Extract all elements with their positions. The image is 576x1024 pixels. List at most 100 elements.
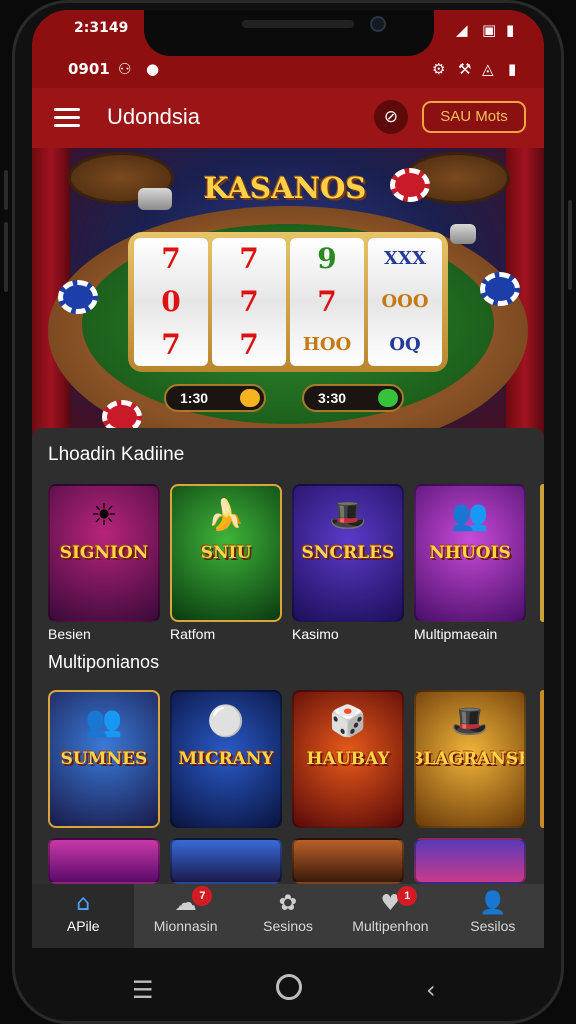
game-card[interactable]: 👥 NHUOIS Multipmaeain: [414, 484, 526, 642]
game-label: Kasimo: [292, 626, 339, 642]
next-card-peek: [540, 484, 544, 622]
game-card[interactable]: ⚪ MICRANY: [170, 690, 282, 828]
reel-symbol: XXX: [384, 248, 426, 270]
volume-down-button: [4, 222, 8, 292]
status-time-top: 2:3149: [74, 20, 129, 36]
header-action-button[interactable]: SAU Mots: [422, 101, 526, 133]
reel-symbol: OOO: [381, 290, 429, 312]
coin-icon: [240, 389, 260, 407]
game-art-title: SNIU: [200, 543, 252, 563]
game-art-title: NHUOIS: [429, 543, 511, 563]
reel: 7 7 7: [212, 238, 286, 366]
ban-icon[interactable]: ⊘: [374, 100, 408, 134]
reel-symbol: 0: [161, 284, 181, 318]
notch: [144, 10, 434, 56]
user-icon: 👤: [479, 891, 507, 916]
volume-up-button: [4, 170, 8, 210]
game-tile[interactable]: 👥 SUMNES: [48, 690, 160, 828]
game-tile[interactable]: 🎩 SNCRLES: [292, 484, 404, 622]
balance-left[interactable]: 1:30: [164, 384, 266, 412]
game-row-partial: [48, 838, 526, 884]
banana-icon: 🍌: [207, 499, 245, 532]
game-label: Besien: [48, 626, 91, 642]
reel-symbol: 7: [161, 242, 181, 276]
home-circle-icon[interactable]: [276, 974, 302, 1000]
section-title: Lhoadin Kadiine: [48, 444, 185, 465]
next-card-peek: [540, 690, 544, 828]
game-label: Multipmaeain: [414, 626, 498, 642]
signal-icon: ◢: [456, 21, 468, 39]
game-art-title: BLAGRANSE: [414, 749, 526, 769]
game-tile[interactable]: [48, 838, 160, 884]
phone-frame: 2:3149 0901 ⚇ ● ◢ ▣ ▮ ⚙ ⚒ ◬ ▮ Udondsia ⊘…: [0, 0, 576, 1024]
back-icon[interactable]: ‹: [426, 976, 436, 1004]
game-tile[interactable]: 🍌 SNIU: [170, 484, 282, 622]
reel-symbol: 7: [239, 284, 259, 318]
bottom-navigation: ⌂ APile ☁ 7 Mionnasin ✿ Sesinos ♥ 1 Mult…: [32, 884, 544, 948]
nav-label: Mionnasin: [153, 918, 218, 934]
balance-right[interactable]: 3:30: [302, 384, 404, 412]
reel-symbol: OQ: [389, 333, 421, 355]
game-tile[interactable]: [414, 838, 526, 884]
balance-right-value: 3:30: [318, 390, 347, 406]
sun-icon: ☀: [90, 499, 118, 532]
app-title: Udondsia: [107, 104, 200, 129]
puzzle-icon: ✿: [278, 891, 298, 916]
game-card[interactable]: ☀ SIGNION Besien: [48, 484, 160, 642]
sim-icon: ▣: [482, 21, 497, 39]
reel-symbol: HOO: [302, 333, 352, 355]
power-button: [568, 200, 572, 290]
recents-icon[interactable]: ☰: [132, 976, 154, 1004]
front-camera: [370, 16, 386, 32]
nav-item-games[interactable]: ✿ Sesinos: [237, 884, 339, 948]
nav-item-messages[interactable]: ☁ 7 Mionnasin: [134, 884, 236, 948]
status-time: 0901: [68, 60, 110, 78]
game-tile[interactable]: 🎩 BLAGRANSE: [414, 690, 526, 828]
home-icon: ⌂: [76, 891, 91, 916]
dice-cup: [138, 188, 172, 210]
dice-icon: 🎲: [329, 705, 367, 738]
location-icon: ●: [146, 60, 160, 78]
game-tile[interactable]: [292, 838, 404, 884]
nav-item-multiplayer[interactable]: ♥ 1 Multipenhon: [339, 884, 441, 948]
game-tile[interactable]: 🎲 HAUBAY: [292, 690, 404, 828]
game-art-title: SIGNION: [59, 543, 149, 563]
casino-chip: [390, 168, 430, 202]
reel-symbol: 9: [317, 242, 337, 276]
hat-icon: 🎩: [329, 499, 367, 532]
nav-label: Sesilos: [470, 918, 516, 934]
game-card[interactable]: 👥 SUMNES: [48, 690, 160, 828]
hat-icon: 🎩: [451, 705, 489, 738]
game-tile[interactable]: ☀ SIGNION: [48, 484, 160, 622]
people-icon: 👥: [85, 705, 123, 738]
game-lobby: Lhoadin Kadiine ☀ SIGNION Besien 🍌 SNIU …: [32, 428, 544, 948]
screen: 2:3149 0901 ⚇ ● ◢ ▣ ▮ ⚙ ⚒ ◬ ▮ Udondsia ⊘…: [32, 10, 544, 948]
game-tile[interactable]: [170, 838, 282, 884]
app-bar: Udondsia ⊘ SAU Mots: [32, 88, 544, 148]
menu-icon[interactable]: [54, 108, 80, 128]
nav-item-home[interactable]: ⌂ APile: [32, 884, 135, 948]
game-art-title: SNCRLES: [301, 543, 395, 563]
game-label: Ratfom: [170, 626, 216, 642]
game-card[interactable]: 🍌 SNIU Ratfom: [170, 484, 282, 642]
game-tile[interactable]: ⚪ MICRANY: [170, 690, 282, 828]
nav-item-profile[interactable]: 👤 Sesilos: [442, 884, 544, 948]
heart-icon: ♥: [380, 891, 401, 916]
game-row: 👥 SUMNES ⚪ MICRANY 🎲 HAUBAY 🎩 BLAGRANSE: [48, 690, 526, 828]
settings-icon: ⚙: [432, 60, 446, 78]
wifi-icon: ◬: [482, 60, 494, 78]
casino-chip: [58, 280, 98, 314]
hero-banner[interactable]: KASANOS 7 0 7 7 7 7 9 7 HOO XXX OOO OQ 1…: [32, 148, 544, 440]
ball-icon: ⚪: [207, 705, 245, 738]
nav-label: Multipenhon: [352, 918, 429, 934]
people-icon: 👥: [451, 499, 489, 532]
signal-bars-icon: ⚇: [118, 60, 132, 78]
reel-symbol: 7: [239, 242, 259, 276]
network-icon: ⚒: [458, 60, 472, 78]
game-card[interactable]: 🎩 BLAGRANSE: [414, 690, 526, 828]
reel-symbol: 7: [161, 327, 181, 361]
game-card[interactable]: 🎲 HAUBAY: [292, 690, 404, 828]
game-tile[interactable]: 👥 NHUOIS: [414, 484, 526, 622]
game-card[interactable]: 🎩 SNCRLES Kasimo: [292, 484, 404, 642]
hero-logo: KASANOS: [203, 171, 367, 205]
